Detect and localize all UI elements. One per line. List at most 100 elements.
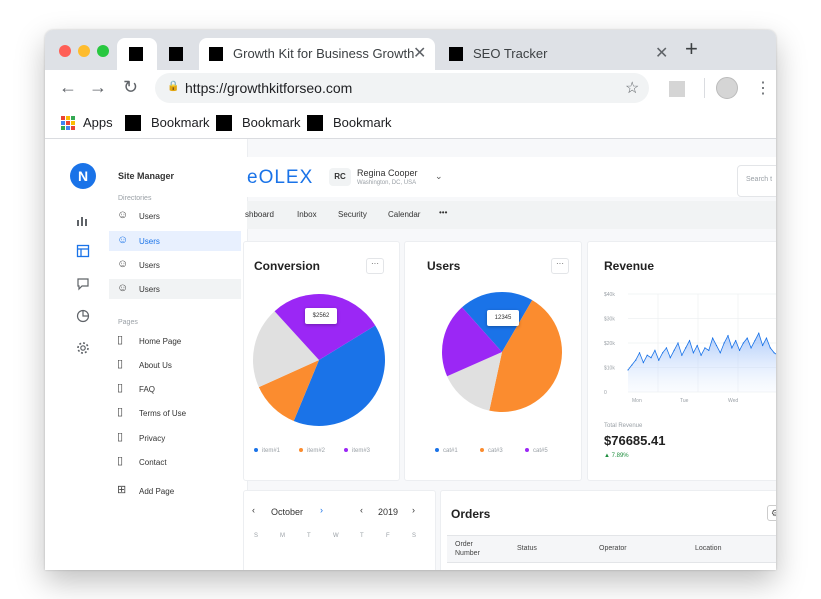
new-tab-icon[interactable]: +: [685, 38, 698, 60]
directory-item-users[interactable]: ☺ Users: [109, 206, 241, 226]
add-page-button[interactable]: ⊞ Add Page: [109, 481, 241, 501]
site-manager-title: Site Manager: [118, 171, 175, 181]
revenue-point-19: [700, 354, 702, 356]
address-bar[interactable]: 🔒 https://growthkitforseo.com ☆: [155, 73, 649, 103]
y-tick-label: $30k: [604, 317, 615, 323]
more-menu-icon[interactable]: ⋮: [755, 78, 771, 98]
column-status[interactable]: Status: [517, 545, 537, 552]
maximize-window-button[interactable]: [97, 45, 109, 57]
more-options-icon[interactable]: ···: [551, 258, 569, 274]
user-circle-icon: ☺: [117, 209, 129, 221]
page-item-home[interactable]: ▯ Home Page: [109, 331, 241, 351]
directory-item-users[interactable]: ☺ Users: [109, 255, 241, 275]
revenue-point-22: [712, 337, 714, 339]
brand-logo[interactable]: eOLEX: [247, 167, 313, 189]
users-tooltip: 12345: [487, 310, 519, 326]
page-item-about[interactable]: ▯ About Us: [109, 355, 241, 375]
column-operator[interactable]: Operator: [599, 545, 627, 552]
revenue-point-27: [731, 347, 733, 349]
user-name: Regina Cooper: [357, 168, 418, 178]
close-tab-icon[interactable]: ✕: [655, 43, 668, 63]
chevron-down-icon[interactable]: ⌄: [435, 171, 443, 182]
minimize-window-button[interactable]: [78, 45, 90, 57]
column-order-number[interactable]: Order Number: [455, 540, 495, 558]
close-tab-icon[interactable]: ✕: [413, 43, 426, 63]
url-text: https://growthkitforseo.com: [185, 80, 353, 96]
bookmark-3[interactable]: Bookmark: [333, 115, 392, 130]
tab-1[interactable]: [117, 38, 157, 70]
page-item-privacy[interactable]: ▯ Privacy: [109, 428, 241, 448]
nav-inbox[interactable]: Inbox: [297, 210, 317, 219]
bar-chart-icon[interactable]: [76, 213, 90, 227]
next-month-icon[interactable]: ›: [320, 505, 323, 515]
dashboard-nav: shboard Inbox Security Calendar •••: [245, 201, 776, 229]
bookmark-2[interactable]: Bookmark: [242, 115, 301, 130]
plus-square-icon: ⊞: [117, 484, 127, 496]
column-location[interactable]: Location: [695, 545, 721, 552]
tab-growth-kit[interactable]: Growth Kit for Business Growth ✕: [199, 38, 435, 70]
page-label: Home Page: [139, 337, 182, 346]
prev-month-icon[interactable]: ‹: [252, 505, 255, 515]
conversion-tooltip: $2562: [305, 308, 337, 324]
weekday-label: W: [333, 533, 339, 539]
revenue-point-4: [642, 362, 644, 364]
tab-seo-tracker[interactable]: SEO Tracker ✕: [437, 38, 673, 70]
nav-dashboard[interactable]: shboard: [245, 210, 274, 219]
y-tick-label: $20k: [604, 341, 615, 347]
revenue-point-12: [673, 349, 675, 351]
page-item-terms[interactable]: ▯ Terms of Use: [109, 403, 241, 423]
pie-chart-icon[interactable]: [76, 309, 90, 323]
star-icon[interactable]: ☆: [625, 78, 639, 98]
directory-label: Users: [139, 212, 160, 221]
layout-icon[interactable]: [76, 244, 90, 258]
app-logo[interactable]: N: [70, 163, 96, 189]
revenue-point-17: [692, 352, 694, 354]
chat-icon[interactable]: [76, 277, 90, 291]
revenue-point-24: [719, 352, 721, 354]
bookmark-1[interactable]: Bookmark: [151, 115, 210, 130]
settings-icon[interactable]: [76, 341, 90, 355]
tab-favicon: [169, 47, 183, 61]
calendar-card: ‹ October › ‹ 2019 › S M T W T F S: [243, 490, 436, 570]
revenue-point-20: [704, 347, 706, 349]
back-arrow-icon[interactable]: ←: [59, 77, 77, 97]
user-initials-avatar[interactable]: RC: [329, 168, 351, 186]
legend-item-1: item#1: [254, 448, 280, 454]
revenue-point-5: [646, 354, 648, 356]
page-item-faq[interactable]: ▯ FAQ: [109, 379, 241, 399]
directory-label: Users: [139, 261, 160, 270]
revenue-point-37: [769, 347, 771, 349]
revenue-area-chart: $40k$30k$20k$10k0Mon Tue Wed T: [604, 292, 776, 404]
weekday-label: S: [254, 533, 259, 539]
apps-grid-icon[interactable]: [61, 116, 75, 130]
revenue-point-32: [750, 347, 752, 349]
close-window-button[interactable]: [59, 45, 71, 57]
dashboard-header: eOLEX RC Regina Cooper Washington, DC, U…: [247, 157, 776, 197]
directories-heading: Directories: [118, 195, 152, 202]
prev-year-icon[interactable]: ‹: [360, 505, 363, 515]
extension-icon[interactable]: [669, 81, 685, 97]
revenue-point-35: [762, 344, 764, 347]
profile-avatar[interactable]: [716, 77, 738, 99]
more-options-icon[interactable]: ···: [366, 258, 384, 274]
users-card: Users ··· 12345 cat#1 cat#3 cat#5: [404, 241, 582, 481]
directory-item-users[interactable]: ☺ Users: [109, 231, 241, 251]
tab-2[interactable]: [159, 38, 199, 70]
forward-arrow-icon[interactable]: →: [89, 77, 107, 97]
revenue-point-6: [650, 357, 652, 359]
reload-icon[interactable]: ↻: [123, 77, 138, 97]
search-input[interactable]: Search t: [737, 165, 776, 197]
nav-more-icon[interactable]: •••: [439, 208, 447, 217]
tab-favicon: [129, 47, 143, 61]
page-item-contact[interactable]: ▯ Contact: [109, 452, 241, 472]
weekday-label: T: [307, 533, 311, 539]
nav-calendar[interactable]: Calendar: [388, 210, 420, 219]
orders-settings-icon[interactable]: ⚙: [767, 505, 776, 521]
directory-item-users[interactable]: ☺ Users: [109, 279, 241, 299]
revenue-point-31: [746, 337, 748, 339]
nav-security[interactable]: Security: [338, 210, 367, 219]
user-circle-icon: ☺: [117, 234, 129, 246]
user-location: Washington, DC, USA: [357, 180, 417, 186]
apps-link[interactable]: Apps: [83, 115, 113, 130]
next-year-icon[interactable]: ›: [412, 505, 415, 515]
